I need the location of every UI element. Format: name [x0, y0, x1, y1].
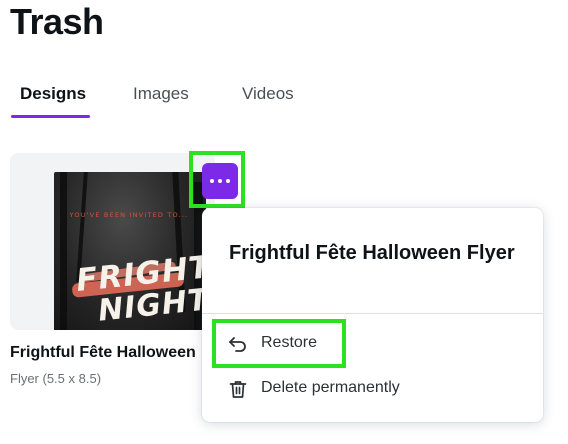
tab-videos[interactable]: Videos: [242, 84, 294, 104]
design-thumbnail[interactable]: YOU'VE BEEN INVITED TO... FRIGHT NIGHT: [54, 172, 206, 330]
context-menu: Frightful Fête Halloween Flyer Restore D…: [202, 208, 543, 422]
context-menu-title: Frightful Fête Halloween Flyer: [229, 242, 515, 264]
more-options-button[interactable]: [202, 163, 238, 199]
page-title: Trash: [10, 1, 104, 42]
more-horizontal-icon: [218, 179, 222, 183]
more-horizontal-icon: [210, 179, 214, 183]
design-title: Frightful Fête Halloween Flyer: [10, 344, 200, 361]
undo-arrow-icon: [228, 334, 248, 354]
delete-permanently-label: Delete permanently: [261, 379, 400, 396]
design-subtitle: Flyer (5.5 x 8.5): [10, 371, 102, 386]
menu-divider: [202, 313, 543, 314]
restore-label: Restore: [261, 334, 318, 351]
more-horizontal-icon: [226, 179, 230, 183]
active-tab-indicator: [11, 115, 90, 118]
delete-permanently-menu-item[interactable]: Delete permanently: [202, 369, 543, 409]
tab-designs[interactable]: Designs: [20, 84, 86, 104]
tab-bar: Designs Images Videos: [0, 80, 568, 120]
trash-icon: [228, 379, 248, 399]
tab-images[interactable]: Images: [133, 84, 189, 104]
thumbnail-invite-text: YOU'VE BEEN INVITED TO...: [69, 211, 189, 219]
restore-menu-item[interactable]: Restore: [202, 324, 543, 364]
